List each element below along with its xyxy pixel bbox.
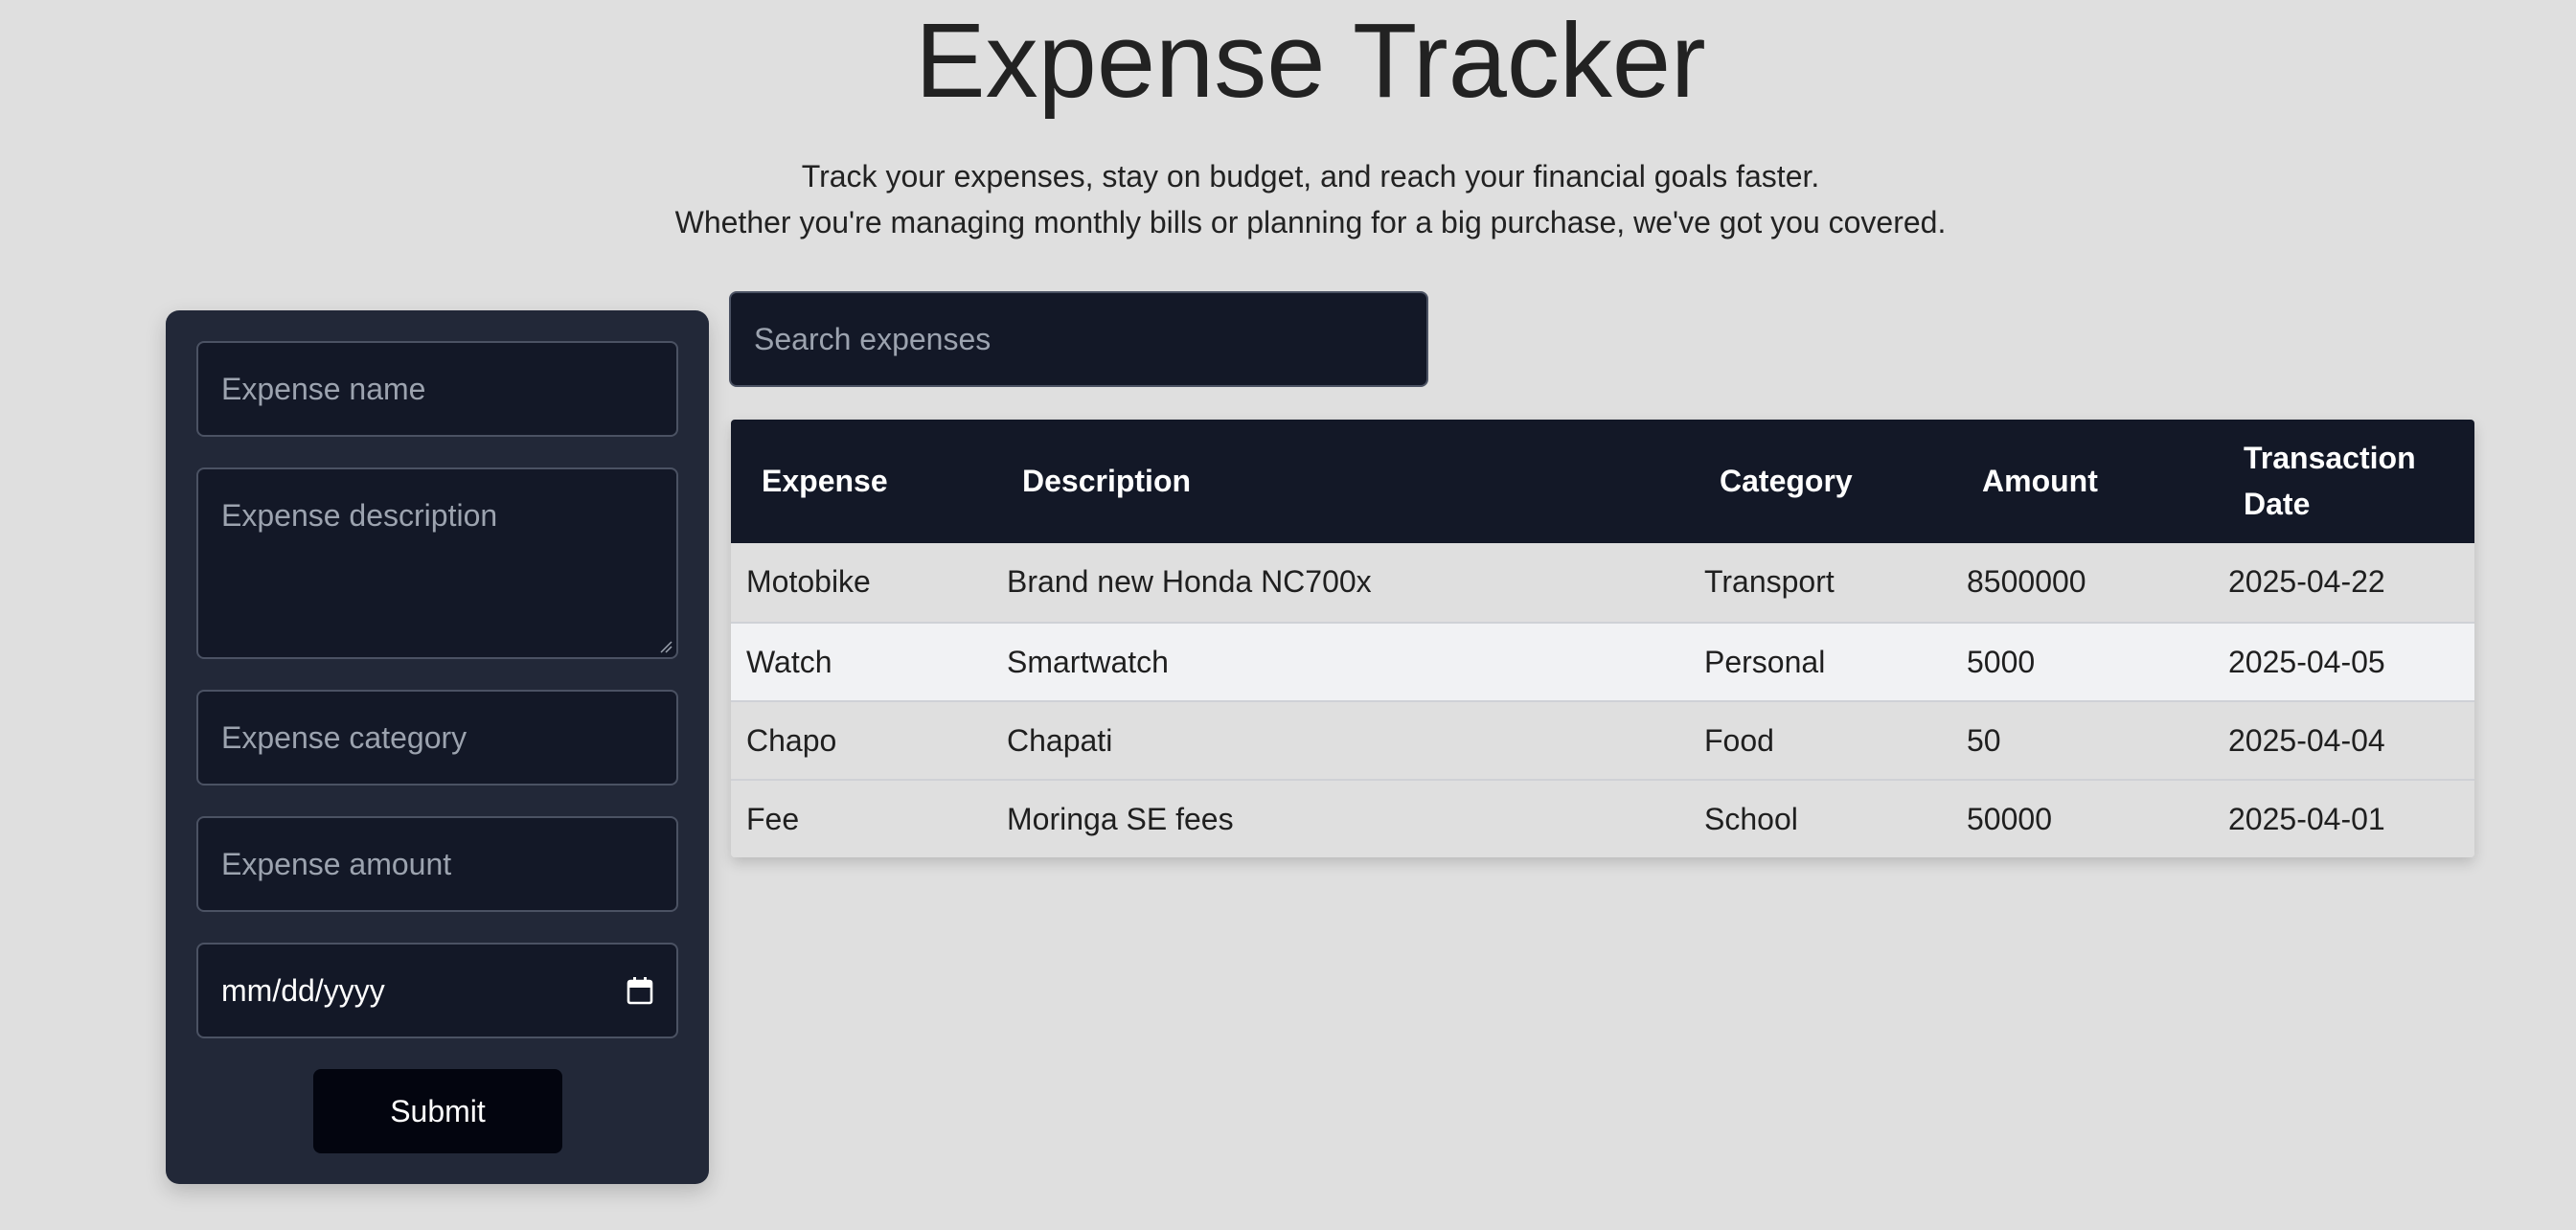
expense-category-input[interactable]: Expense category xyxy=(196,690,678,786)
header-date-line2: Date xyxy=(2244,487,2311,521)
expense-description-placeholder: Expense description xyxy=(221,498,498,533)
expense-table: Expense Description Category Amount Tran… xyxy=(731,420,2474,857)
header-category: Category xyxy=(1720,464,1853,498)
cell-description: Moringa SE fees xyxy=(1007,802,1234,836)
table-row: Chapo Chapati Food 50 2025-04-04 xyxy=(731,700,2474,779)
cell-date: 2025-04-22 xyxy=(2228,564,2385,599)
cell-expense: Watch xyxy=(746,645,832,679)
cell-category: Personal xyxy=(1704,645,1826,679)
cell-date: 2025-04-05 xyxy=(2228,645,2385,679)
cell-amount: 5000 xyxy=(1967,645,2036,679)
cell-category: Food xyxy=(1704,723,1774,758)
cell-description: Chapati xyxy=(1007,723,1113,758)
cell-description: Smartwatch xyxy=(1007,645,1169,679)
subtitle-line-2: Whether you're managing monthly bills or… xyxy=(674,205,1947,239)
table-row: Motobike Brand new Honda NC700x Transpor… xyxy=(731,543,2474,622)
search-placeholder: Search expenses xyxy=(754,321,992,356)
cell-date: 2025-04-04 xyxy=(2228,723,2385,758)
header-expense: Expense xyxy=(762,464,888,498)
submit-button[interactable]: Submit xyxy=(313,1069,562,1153)
cell-description: Brand new Honda NC700x xyxy=(1007,564,1372,599)
calendar-icon[interactable] xyxy=(627,976,653,1005)
expense-date-placeholder: mm/dd/yyyy xyxy=(221,972,385,1008)
cell-amount: 50 xyxy=(1967,723,2001,758)
expense-amount-placeholder: Expense amount xyxy=(221,846,452,881)
table-header: Expense Description Category Amount Tran… xyxy=(731,420,2474,543)
cell-expense: Chapo xyxy=(746,723,837,758)
cell-amount: 8500000 xyxy=(1967,564,2086,599)
expense-name-placeholder: Expense name xyxy=(221,371,426,406)
expense-category-placeholder: Expense category xyxy=(221,719,467,755)
page-title: Expense Tracker xyxy=(915,2,1706,120)
search-input[interactable]: Search expenses xyxy=(729,291,1428,387)
expense-form: Expense name Expense description Expense… xyxy=(166,310,709,1184)
cell-category: School xyxy=(1704,802,1798,836)
header-amount: Amount xyxy=(1982,464,2098,498)
cell-amount: 50000 xyxy=(1967,802,2052,836)
cell-date: 2025-04-01 xyxy=(2228,802,2385,836)
expense-date-input[interactable]: mm/dd/yyyy xyxy=(196,943,678,1038)
expense-description-textarea[interactable]: Expense description xyxy=(196,467,678,659)
expense-name-input[interactable]: Expense name xyxy=(196,341,678,437)
cell-expense: Motobike xyxy=(746,564,871,599)
header-description: Description xyxy=(1022,464,1192,498)
cell-category: Transport xyxy=(1704,564,1835,599)
expense-amount-input[interactable]: Expense amount xyxy=(196,816,678,912)
cell-expense: Fee xyxy=(746,802,800,836)
header-date-line1: Transaction xyxy=(2244,441,2416,475)
resize-grip-icon[interactable] xyxy=(659,640,672,653)
table-row: Fee Moringa SE fees School 50000 2025-04… xyxy=(731,779,2474,857)
table-row: Watch Smartwatch Personal 5000 2025-04-0… xyxy=(731,622,2474,700)
subtitle-line-1: Track your expenses, stay on budget, and… xyxy=(801,159,1820,194)
